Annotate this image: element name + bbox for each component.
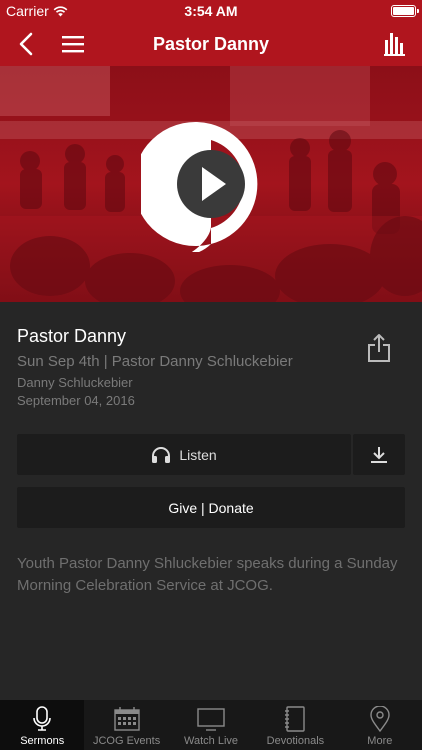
page-title: Pastor Danny (152, 34, 270, 54)
location-pin-icon (370, 706, 390, 732)
sermon-speaker: Danny Schluckebier (17, 375, 133, 390)
battery-icon (391, 5, 419, 17)
tab-watch-live-label: Watch Live (184, 735, 239, 747)
bar-chart-icon[interactable] (384, 30, 406, 56)
sermon-info: Pastor Danny Sun Sep 4th | Pastor Danny … (17, 326, 357, 411)
tab-sermons-label: Sermons (20, 735, 65, 747)
give-donate-button[interactable]: Give | Donate (17, 487, 405, 528)
share-icon[interactable] (366, 333, 392, 363)
tab-jcog-events-label: JCOG Events (92, 735, 161, 747)
tab-watch-live[interactable]: Watch Live (169, 700, 253, 750)
tab-devotionals-label: Devotionals (266, 735, 325, 747)
tab-bar: Sermons JCOG Events Watch Live Devotiona… (0, 700, 422, 750)
listen-button[interactable]: Listen (17, 434, 351, 475)
sermon-video-thumbnail[interactable] (0, 66, 422, 302)
give-donate-label: Give | Donate (168, 499, 254, 516)
listen-label: Listen (179, 446, 217, 463)
sermon-subtitle: Sun Sep 4th | Pastor Danny Schluckebier (17, 353, 293, 370)
tv-icon (197, 708, 225, 731)
tab-more[interactable]: More (338, 700, 422, 750)
navigation-bar: Pastor Danny (0, 22, 422, 66)
tab-jcog-events[interactable]: JCOG Events (84, 700, 168, 750)
download-icon (371, 446, 387, 463)
tab-devotionals[interactable]: Devotionals (253, 700, 337, 750)
sermon-description: Youth Pastor Danny Shluckebier speaks du… (17, 555, 398, 594)
calendar-icon (113, 707, 140, 731)
download-button[interactable] (353, 434, 405, 475)
tab-sermons[interactable]: Sermons (0, 700, 85, 750)
sermon-date: September 04, 2016 (17, 393, 135, 408)
status-bar: Carrier 3:54 AM (0, 0, 422, 22)
headphones-icon (152, 446, 171, 463)
play-button-icon[interactable] (141, 116, 281, 252)
microphone-icon (33, 706, 52, 731)
notebook-icon (285, 706, 306, 732)
status-time: 3:54 AM (184, 3, 238, 19)
sermon-title: Pastor Danny (17, 326, 127, 346)
tab-more-label: More (367, 735, 393, 747)
